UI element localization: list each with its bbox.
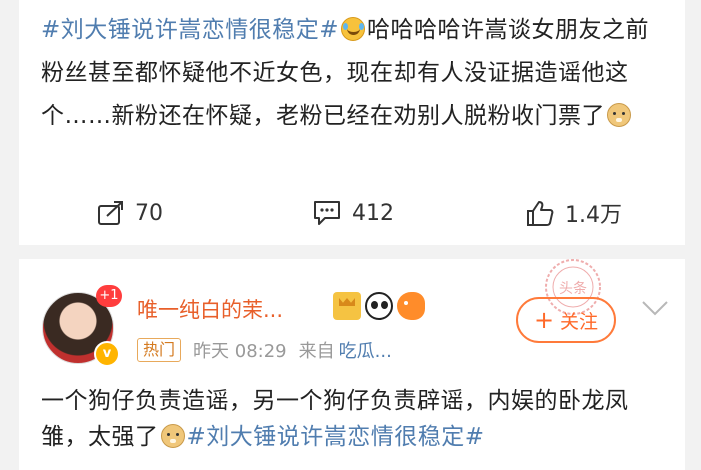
repost-count: 70: [135, 200, 163, 226]
post-meta: 热门 昨天 08:29 来自 吃瓜...: [137, 337, 392, 363]
repost-icon: [98, 201, 123, 225]
panda-badge-icon: [365, 292, 393, 320]
comment-text: 一个狗仔负责造谣，另一个狗仔负责辟谣，内娱的卧龙凤雏，太强了 #刘大锤说许嵩恋情很…: [41, 383, 671, 455]
vip-badge-icon: v: [94, 341, 120, 367]
follow-button[interactable]: + 关注: [516, 297, 616, 343]
comment-button[interactable]: 412: [312, 190, 394, 236]
user-badges: [333, 292, 425, 320]
hashtag-link[interactable]: #刘大锤说许嵩恋情很稳定#: [187, 424, 485, 450]
post-time: 昨天 08:29: [193, 341, 287, 362]
comment-icon: [314, 201, 340, 225]
follow-label: 关注: [560, 310, 599, 333]
doge-emoji-icon: [160, 424, 185, 448]
hot-tag: 热门: [137, 338, 182, 362]
repost-button[interactable]: 70: [97, 190, 163, 236]
username[interactable]: 唯一纯白的茉...: [137, 294, 283, 324]
crown-badge-icon: [333, 292, 361, 320]
comment-count: 412: [352, 200, 394, 226]
stamp-text: 头条: [559, 280, 587, 297]
hashtag-link[interactable]: #刘大锤说许嵩恋情很稳定#: [41, 17, 339, 43]
post-card: #刘大锤说许嵩恋情很稳定# 哈哈哈哈许嵩谈女朋友之前粉丝甚至都怀疑他不近女色，现在…: [19, 0, 685, 245]
source-link[interactable]: 吃瓜...: [339, 337, 392, 363]
laugh-emoji-icon: [341, 17, 366, 41]
like-count: 1.4万: [565, 203, 622, 228]
fish-badge-icon: [397, 292, 425, 320]
doge-emoji-icon: [607, 103, 631, 127]
avatar-badge: +1: [96, 285, 122, 307]
thumbs-up-icon: [527, 201, 554, 226]
plus-icon: +: [533, 306, 555, 334]
post-text: #刘大锤说许嵩恋情很稳定# 哈哈哈哈许嵩谈女朋友之前粉丝甚至都怀疑他不近女色，现在…: [41, 9, 671, 138]
source-label: 来自: [298, 341, 335, 362]
comment-card: 头条 +1 v 唯一纯白的茉... 热门 昨天 08:29 来自 吃瓜... +…: [19, 259, 685, 470]
like-button[interactable]: 1.4万: [525, 190, 622, 236]
chevron-down-icon[interactable]: [641, 299, 669, 317]
action-bar: 70 412 1.4万: [19, 190, 685, 236]
